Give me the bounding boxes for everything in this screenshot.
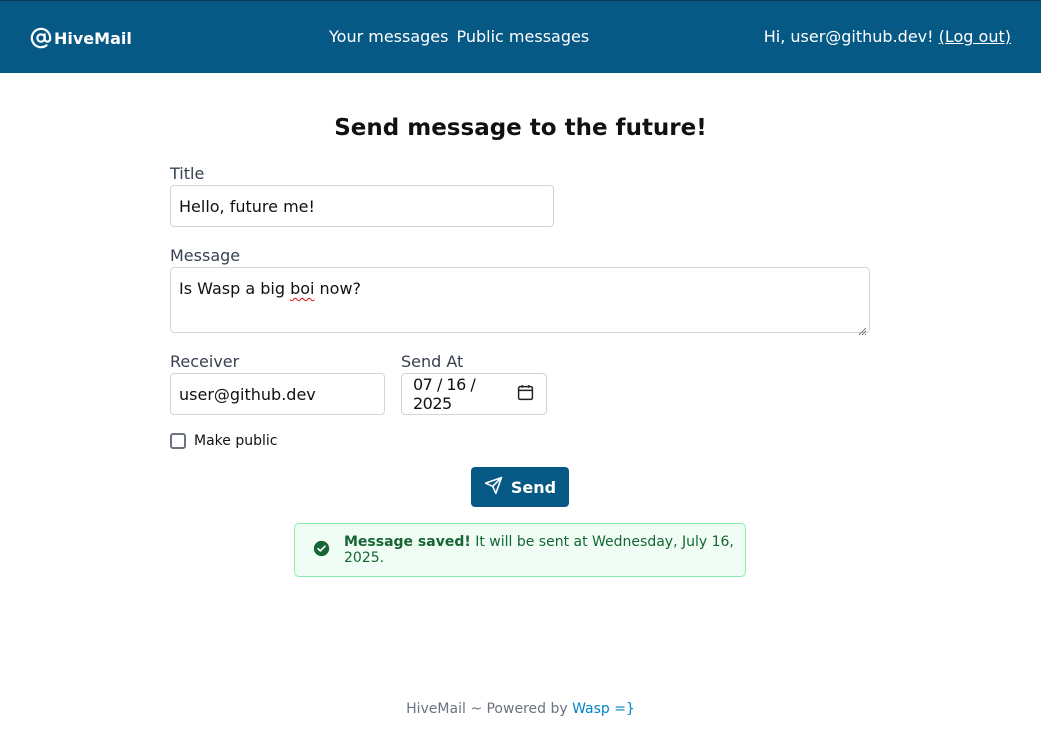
footer-text: HiveMail ~ Powered by [406, 701, 573, 717]
page-footer: HiveMail ~ Powered by Wasp =} [0, 701, 1041, 717]
message-label: Message [170, 246, 241, 265]
receiver-input[interactable]: user@github.dev [170, 373, 385, 415]
brand-name: HiveMail [54, 28, 132, 48]
logout-link[interactable]: (Log out) [939, 27, 1011, 46]
send-at-value: 07 / 16 / 2025 [413, 375, 476, 413]
send-at-date-input[interactable]: 07 / 16 / 2025 [401, 373, 547, 415]
nav-your-messages[interactable]: Your messages [329, 27, 448, 46]
title-input[interactable]: Hello, future me! [170, 185, 554, 227]
brand-logo[interactable]: HiveMail [30, 26, 132, 50]
title-label: Title [170, 164, 205, 183]
alert-strong: Message saved! [344, 534, 471, 550]
user-greeting: Hi, user@github.dev! (Log out) [764, 27, 1011, 46]
top-navbar: HiveMail Your messages Public messages H… [0, 0, 1041, 73]
make-public-checkbox[interactable] [170, 433, 186, 449]
nav-public-messages[interactable]: Public messages [456, 27, 589, 46]
alert-message: Message saved! It will be sent at Wednes… [344, 534, 745, 566]
resize-handle-icon[interactable] [858, 321, 867, 336]
page-title: Send message to the future! [334, 115, 707, 141]
success-alert: Message saved! It will be sent at Wednes… [294, 523, 746, 577]
send-button[interactable]: Send [471, 467, 569, 507]
message-textarea[interactable]: Is Wasp a big boi now? [170, 267, 870, 336]
calendar-icon[interactable] [517, 384, 534, 405]
paper-plane-icon [484, 476, 503, 499]
check-circle-icon [313, 540, 330, 561]
wasp-link[interactable]: Wasp =} [572, 701, 635, 717]
message-textarea-value: Is Wasp a big boi now? [179, 279, 362, 298]
receiver-input-value: user@github.dev [179, 384, 316, 404]
at-sign-icon [30, 27, 52, 49]
main-nav: Your messages Public messages [329, 27, 589, 46]
title-input-value: Hello, future me! [179, 196, 315, 216]
send-button-label: Send [510, 477, 557, 497]
send-at-label: Send At [401, 352, 464, 371]
make-public-label[interactable]: Make public [194, 433, 277, 449]
greeting-text: Hi, user@github.dev! [763, 27, 934, 46]
receiver-label: Receiver [170, 352, 240, 371]
